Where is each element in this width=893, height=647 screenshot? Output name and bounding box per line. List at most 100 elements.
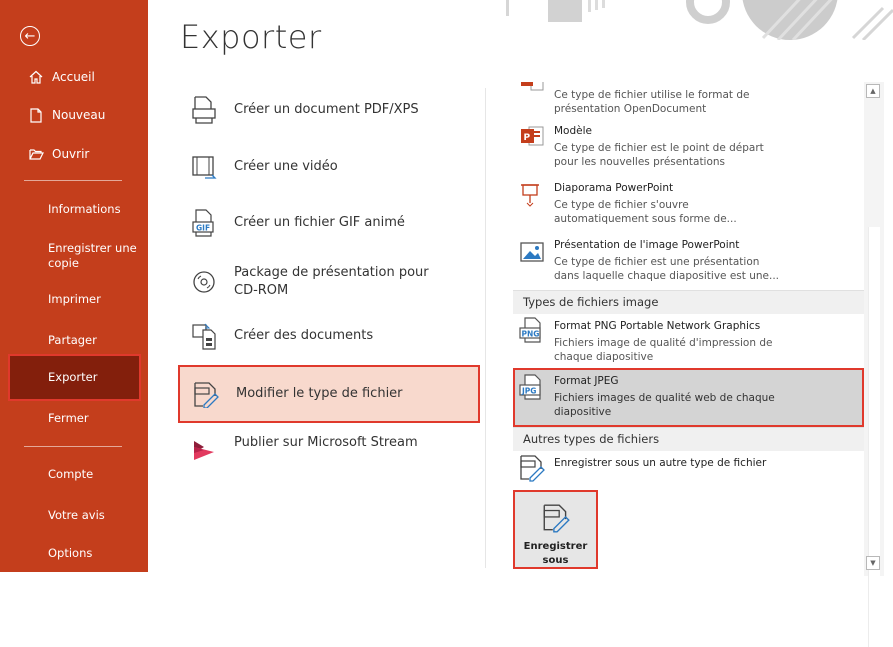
option-create-video[interactable]: Créer une vidéo: [178, 145, 480, 189]
nav-export-label: Exporter: [48, 370, 98, 384]
filetype-show-desc-2: automatiquement sous forme de...: [554, 213, 737, 225]
option-create-pdf-label: Créer un document PDF/XPS: [234, 102, 419, 118]
filetype-template-desc-1: Ce type de fichier est le point de dépar…: [554, 142, 764, 154]
option-change-file-type[interactable]: Modifier le type de fichier: [178, 365, 480, 423]
option-create-gif-label: Créer un fichier GIF animé: [234, 215, 405, 231]
file-type-list: Ce type de fichier utilise le format de …: [513, 82, 864, 488]
filetype-other[interactable]: Enregistrer sous un autre type de fichie…: [513, 452, 864, 488]
category-other-types: Autres types de fichiers: [513, 427, 864, 451]
option-package-cd[interactable]: Package de présentation pour CD-ROM: [178, 257, 480, 307]
filetype-jpeg-name: Format JPEG: [554, 375, 619, 387]
option-package-cd-label-1: Package de présentation pour: [234, 265, 429, 281]
option-create-pdf[interactable]: Créer un document PDF/XPS: [178, 88, 480, 132]
category-other-types-label: Autres types de fichiers: [523, 432, 660, 446]
sidebar-divider: [24, 180, 122, 181]
nav-informations[interactable]: Informations: [0, 195, 148, 223]
save-as-icon: [542, 502, 570, 538]
odp-file-icon: [519, 82, 545, 102]
filetype-picture-presentation[interactable]: Présentation de l'image PowerPoint Ce ty…: [513, 235, 864, 291]
filetype-show-desc-1: Ce type de fichier s'ouvre: [554, 199, 689, 211]
handouts-icon: [184, 316, 224, 356]
picture-presentation-icon: [519, 241, 545, 267]
filetype-odp-desc-2: présentation OpenDocument: [554, 103, 707, 115]
video-icon: [184, 147, 224, 187]
slideshow-icon: [519, 181, 545, 207]
change-file-type-icon: [186, 374, 226, 414]
nav-account-label: Compte: [48, 467, 94, 481]
folder-icon: [26, 148, 46, 160]
nav-print[interactable]: Imprimer: [0, 285, 148, 313]
nav-save-copy[interactable]: Enregistrer une copie: [0, 235, 148, 275]
filetype-odp-desc-1: Ce type de fichier utilise le format de: [554, 89, 750, 101]
option-publish-stream[interactable]: Publier sur Microsoft Stream: [178, 428, 480, 472]
filetype-show-name: Diaporama PowerPoint: [554, 182, 674, 194]
nav-close-label: Fermer: [48, 411, 89, 425]
nav-share-label: Partager: [48, 333, 97, 347]
page-title: Exporter: [180, 18, 322, 56]
save-as-label: Enregistrer sous: [515, 540, 596, 568]
nav-open-label: Ouvrir: [52, 147, 90, 161]
save-as-button[interactable]: Enregistrer sous: [513, 490, 598, 569]
filetype-odp[interactable]: Ce type de fichier utilise le format de …: [513, 82, 864, 120]
gif-file-icon: GIF: [184, 203, 224, 243]
option-package-cd-label: Package de présentation pour CD-ROM: [234, 264, 429, 299]
nav-new[interactable]: Nouveau: [0, 100, 148, 130]
nav-save-copy-label-1: Enregistrer une: [48, 241, 137, 255]
nav-informations-label: Informations: [48, 202, 121, 216]
file-list-scrollbar[interactable]: ▲ ▼: [864, 82, 884, 647]
filetype-template[interactable]: P Modèle Ce type de fichier est le point…: [513, 122, 864, 176]
option-create-gif[interactable]: GIF Créer un fichier GIF animé: [178, 201, 480, 245]
nav-options[interactable]: Options: [0, 539, 148, 567]
filetype-template-desc-2: pour les nouvelles présentations: [554, 156, 726, 168]
filetype-show[interactable]: Diaporama PowerPoint Ce type de fichier …: [513, 179, 864, 233]
filetype-picture-desc-2: dans laquelle chaque diapositive est une…: [554, 270, 780, 282]
filetype-png[interactable]: PNG Format PNG Portable Network Graphics…: [513, 315, 864, 369]
nav-feedback-label: Votre avis: [48, 508, 105, 522]
filetype-png-name: Format PNG Portable Network Graphics: [554, 320, 761, 332]
backstage-sidebar: ← Accueil Nouveau Ouvrir Informations En…: [0, 0, 148, 572]
stream-icon: [184, 430, 224, 470]
powerpoint-template-icon: P: [519, 124, 545, 150]
option-create-handouts-label: Créer des documents: [234, 328, 374, 344]
filetype-template-name: Modèle: [554, 125, 592, 137]
filetype-picture-desc-1: Ce type de fichier est une présentation: [554, 256, 760, 268]
nav-home[interactable]: Accueil: [0, 62, 148, 92]
option-package-cd-label-2: CD-ROM: [234, 283, 289, 298]
nav-open[interactable]: Ouvrir: [0, 139, 148, 169]
save-as-label-1: Enregistrer: [523, 541, 588, 552]
save-other-format-icon: [519, 453, 545, 482]
nav-new-label: Nouveau: [52, 108, 106, 122]
option-create-handouts[interactable]: Créer des documents: [178, 314, 480, 358]
nav-feedback[interactable]: Votre avis: [0, 501, 148, 529]
filetype-png-desc-2: chaque diapositive: [554, 351, 654, 363]
nav-save-copy-label-2: copie: [48, 256, 79, 270]
filetype-png-desc-1: Fichiers image de qualité d'impression d…: [554, 337, 773, 349]
sidebar-divider: [24, 446, 122, 447]
scroll-up-icon[interactable]: ▲: [866, 84, 880, 98]
nav-print-label: Imprimer: [48, 292, 101, 306]
scroll-thumb[interactable]: [868, 227, 880, 647]
back-arrow-icon[interactable]: ←: [20, 26, 40, 46]
png-file-icon: PNG: [519, 317, 545, 343]
option-publish-stream-label: Publier sur Microsoft Stream: [234, 435, 418, 451]
nav-account[interactable]: Compte: [0, 460, 148, 488]
panel-divider: [485, 88, 486, 568]
nav-share[interactable]: Partager: [0, 326, 148, 354]
pdf-document-icon: [184, 90, 224, 130]
option-create-video-label: Créer une vidéo: [234, 159, 338, 175]
filetype-jpeg-desc-2: diapositive: [554, 406, 612, 418]
nav-close[interactable]: Fermer: [0, 404, 148, 432]
jpg-file-icon: JPG: [519, 374, 545, 400]
filetype-jpeg-desc-1: Fichiers images de qualité web de chaque: [554, 392, 775, 404]
jpg-badge: JPG: [521, 387, 536, 396]
filetype-other-name: Enregistrer sous un autre type de fichie…: [554, 457, 767, 469]
nav-export[interactable]: Exporter: [8, 354, 141, 401]
filetype-jpeg[interactable]: JPG Format JPEG Fichiers images de quali…: [513, 368, 864, 427]
svg-text:P: P: [524, 133, 531, 143]
nav-home-label: Accueil: [52, 70, 95, 84]
scroll-down-icon[interactable]: ▼: [866, 556, 880, 570]
new-file-icon: [26, 107, 46, 123]
category-image-types-label: Types de fichiers image: [523, 295, 659, 309]
filetype-picture-name: Présentation de l'image PowerPoint: [554, 239, 740, 251]
category-image-types: Types de fichiers image: [513, 290, 864, 314]
